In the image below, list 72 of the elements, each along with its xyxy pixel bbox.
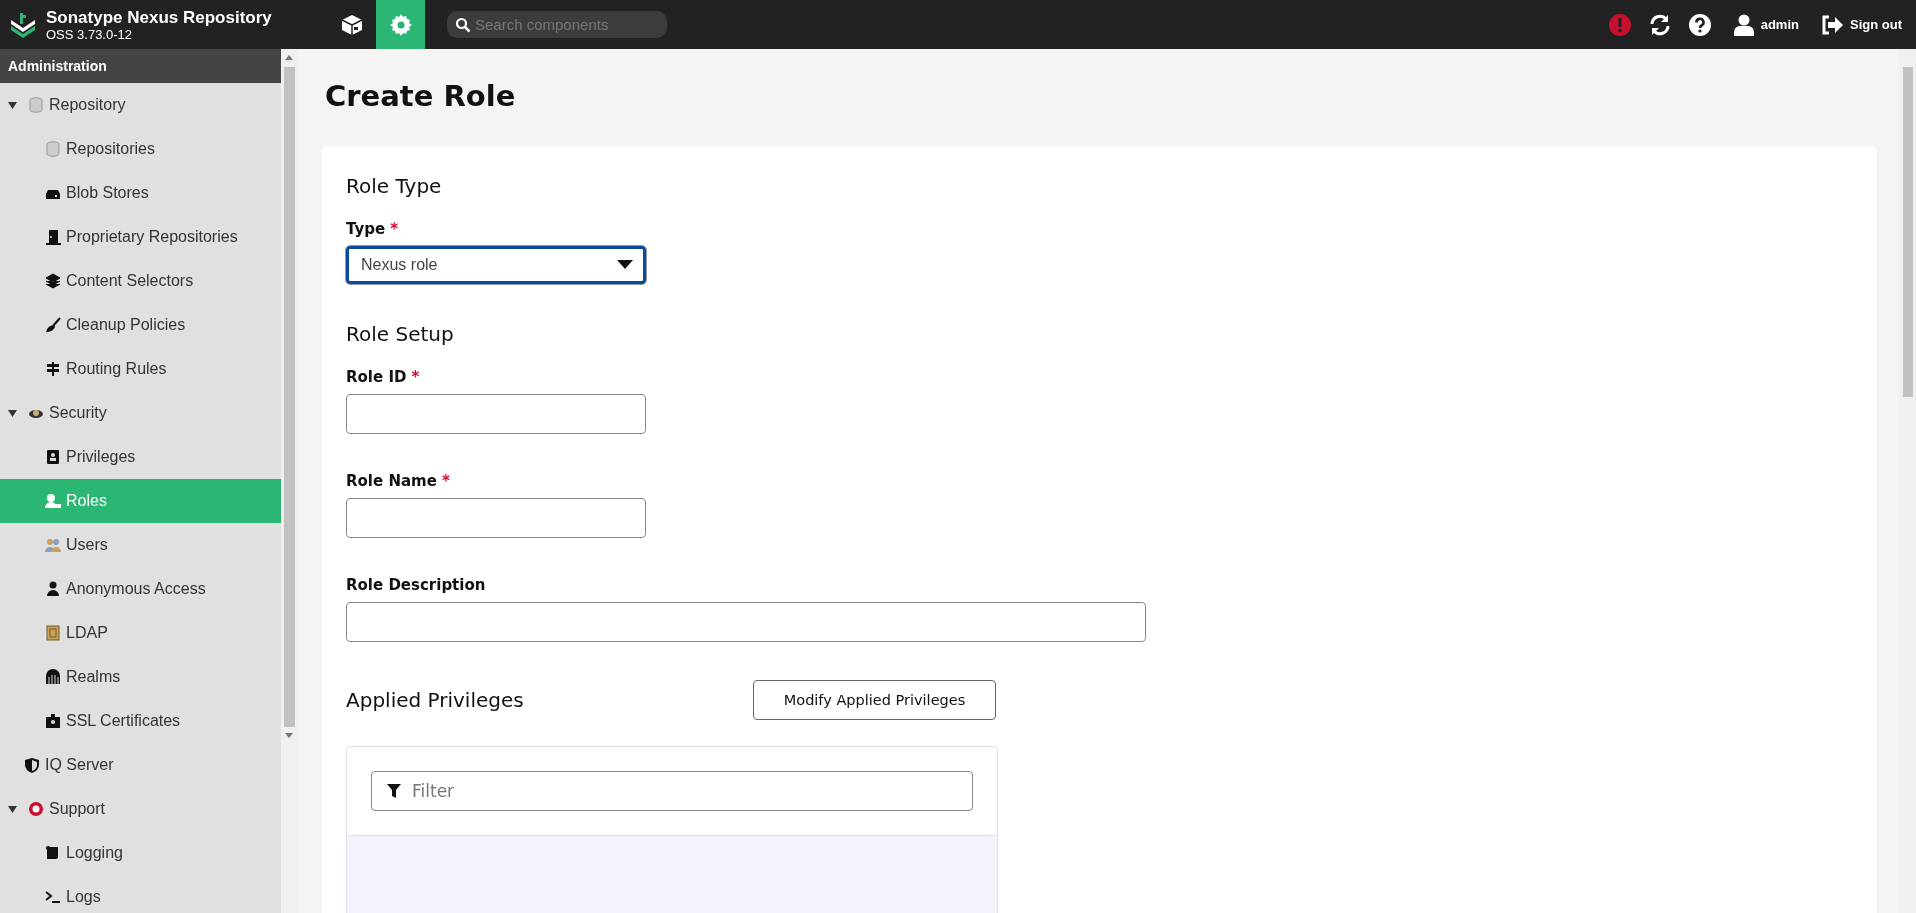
text-field[interactable]	[346, 498, 646, 538]
sidebar-item[interactable]: IQ Server	[0, 743, 281, 787]
sidebar-item[interactable]: Blob Stores	[0, 171, 281, 215]
type-dropdown[interactable]: Nexus role	[346, 246, 646, 284]
database-icon	[45, 141, 61, 157]
app-title: Sonatype Nexus Repository	[46, 7, 272, 27]
gate-icon	[45, 669, 61, 685]
user-icon	[45, 581, 61, 597]
text-field[interactable]	[346, 394, 646, 434]
modify-privileges-button[interactable]: Modify Applied Privileges	[753, 680, 996, 720]
search-icon	[455, 17, 471, 33]
section-heading: Applied Privileges	[346, 688, 524, 712]
badge-icon	[45, 449, 61, 465]
filter-field[interactable]: Filter	[371, 771, 973, 811]
sidebar-item[interactable]: Cleanup Policies	[0, 303, 281, 347]
section-heading: Role Setup	[346, 322, 455, 346]
shield-icon	[24, 757, 40, 773]
alert-icon[interactable]	[1607, 12, 1632, 37]
help-icon[interactable]	[1687, 12, 1712, 37]
required-mark: *	[411, 368, 420, 386]
sidebar-item[interactable]: Realms	[0, 655, 281, 699]
text-field[interactable]	[346, 602, 1146, 642]
sidebar-item[interactable]: Logging	[0, 831, 281, 875]
terminal-icon	[45, 889, 61, 905]
scroll-down-icon[interactable]	[285, 733, 293, 738]
sidebar-item[interactable]: Proprietary Repositories	[0, 215, 281, 259]
broom-icon	[45, 317, 61, 333]
sidebar-item[interactable]: SSL Certificates	[0, 699, 281, 743]
sidebar-scrollbar[interactable]	[281, 49, 297, 913]
version-text: OSS 3.73.0-12	[46, 26, 133, 42]
sidebar-item[interactable]: Logs	[0, 875, 281, 913]
sidebar-item[interactable]: Security	[0, 391, 281, 435]
user-menu-button[interactable]: admin	[1733, 13, 1799, 36]
field-label: Type	[346, 220, 386, 238]
sign-out-button[interactable]: Sign out	[1821, 14, 1902, 35]
layers-icon	[45, 273, 61, 289]
caret-icon[interactable]	[8, 101, 20, 109]
sidebar-item[interactable]: Users	[0, 523, 281, 567]
page-scrollbar[interactable]	[1899, 49, 1916, 913]
id-card-icon	[45, 713, 61, 729]
sidebar-title: Administration	[0, 49, 281, 83]
door-icon	[45, 229, 61, 245]
users-icon	[45, 537, 61, 553]
sign-out-icon	[1821, 14, 1843, 35]
signpost-icon	[45, 361, 61, 377]
user-tag-icon	[45, 493, 61, 509]
caret-icon[interactable]	[8, 805, 20, 813]
sidebar-item[interactable]: Anonymous Access	[0, 567, 281, 611]
scroll-up-icon[interactable]	[285, 55, 293, 60]
required-mark: *	[390, 220, 398, 238]
field-label: Role ID	[346, 368, 407, 386]
sidebar-item[interactable]: Repository	[0, 83, 281, 127]
sidebar-item[interactable]: Content Selectors	[0, 259, 281, 303]
caret-icon	[617, 260, 633, 270]
section-heading: Role Type	[346, 174, 443, 198]
page-title: Create Role	[325, 79, 517, 113]
user-icon	[1733, 13, 1754, 36]
field-label: Role Description	[346, 576, 486, 594]
sidebar-item[interactable]: Repositories	[0, 127, 281, 171]
database-icon	[28, 97, 44, 113]
sidebar-item[interactable]: Privileges	[0, 435, 281, 479]
filter-icon	[387, 784, 401, 798]
book-icon	[45, 625, 61, 641]
search-field[interactable]: Search components	[447, 11, 667, 38]
sidebar-item[interactable]: Routing Rules	[0, 347, 281, 391]
field-label: Role Name	[346, 472, 437, 490]
sidebar-item[interactable]: Support	[0, 787, 281, 831]
caret-icon[interactable]	[8, 409, 20, 417]
required-mark: *	[441, 472, 450, 490]
sidebar-item[interactable]: LDAP	[0, 611, 281, 655]
box-icon	[339, 12, 364, 37]
gear-icon	[388, 12, 413, 37]
